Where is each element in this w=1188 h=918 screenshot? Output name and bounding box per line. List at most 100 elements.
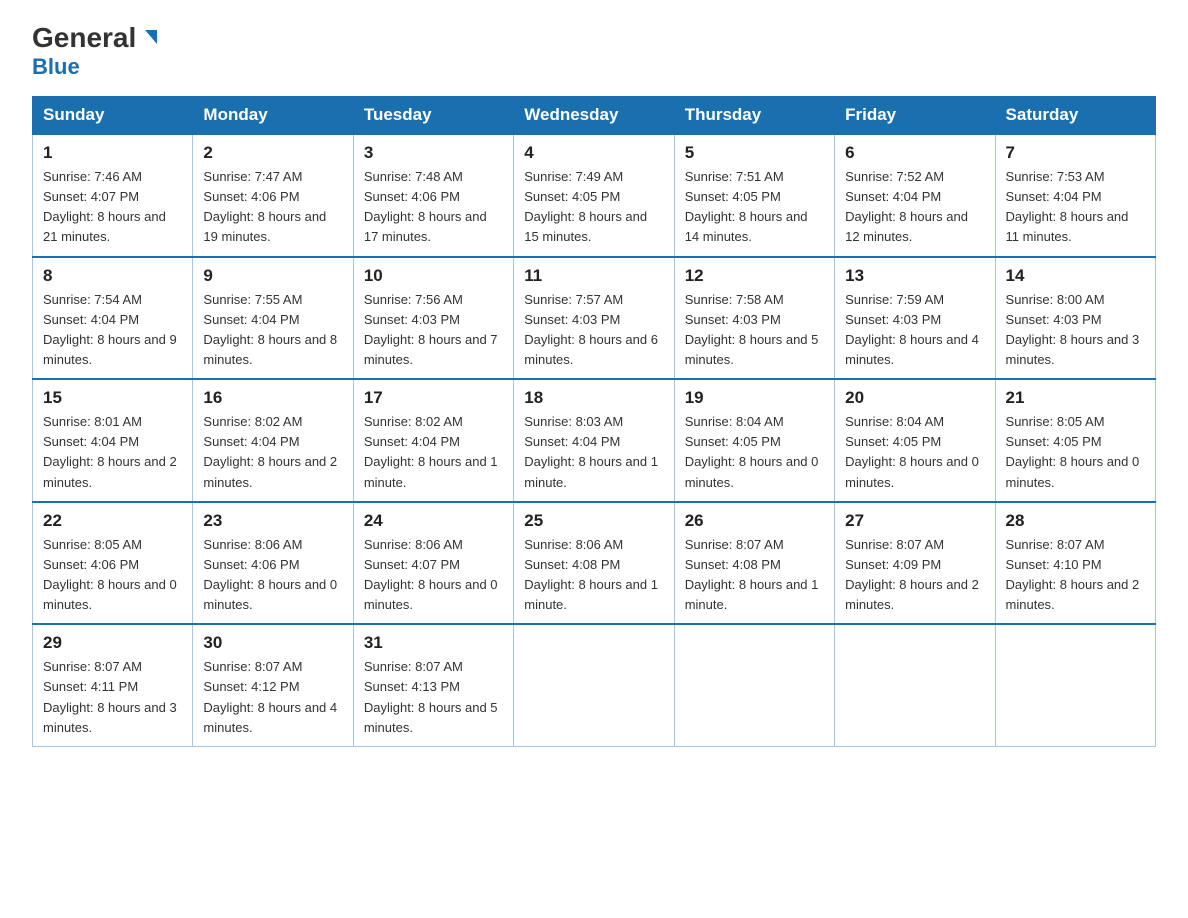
calendar-day-3: 3 Sunrise: 7:48 AMSunset: 4:06 PMDayligh… — [353, 134, 513, 257]
day-number: 26 — [685, 511, 824, 531]
calendar-day-22: 22 Sunrise: 8:05 AMSunset: 4:06 PMDaylig… — [33, 502, 193, 625]
calendar-day-20: 20 Sunrise: 8:04 AMSunset: 4:05 PMDaylig… — [835, 379, 995, 502]
day-number: 14 — [1006, 266, 1145, 286]
day-number: 8 — [43, 266, 182, 286]
day-number: 22 — [43, 511, 182, 531]
day-number: 31 — [364, 633, 503, 653]
day-number: 27 — [845, 511, 984, 531]
day-info: Sunrise: 7:51 AMSunset: 4:05 PMDaylight:… — [685, 167, 824, 248]
day-info: Sunrise: 7:56 AMSunset: 4:03 PMDaylight:… — [364, 290, 503, 371]
day-info: Sunrise: 8:06 AMSunset: 4:06 PMDaylight:… — [203, 535, 342, 616]
day-info: Sunrise: 8:03 AMSunset: 4:04 PMDaylight:… — [524, 412, 663, 493]
day-info: Sunrise: 8:06 AMSunset: 4:08 PMDaylight:… — [524, 535, 663, 616]
day-info: Sunrise: 8:05 AMSunset: 4:06 PMDaylight:… — [43, 535, 182, 616]
empty-cell — [835, 624, 995, 746]
day-info: Sunrise: 8:07 AMSunset: 4:12 PMDaylight:… — [203, 657, 342, 738]
calendar-day-28: 28 Sunrise: 8:07 AMSunset: 4:10 PMDaylig… — [995, 502, 1155, 625]
day-info: Sunrise: 8:01 AMSunset: 4:04 PMDaylight:… — [43, 412, 182, 493]
calendar-day-29: 29 Sunrise: 8:07 AMSunset: 4:11 PMDaylig… — [33, 624, 193, 746]
calendar-day-13: 13 Sunrise: 7:59 AMSunset: 4:03 PMDaylig… — [835, 257, 995, 380]
calendar-day-31: 31 Sunrise: 8:07 AMSunset: 4:13 PMDaylig… — [353, 624, 513, 746]
day-info: Sunrise: 7:57 AMSunset: 4:03 PMDaylight:… — [524, 290, 663, 371]
day-number: 18 — [524, 388, 663, 408]
day-number: 13 — [845, 266, 984, 286]
calendar-day-8: 8 Sunrise: 7:54 AMSunset: 4:04 PMDayligh… — [33, 257, 193, 380]
day-info: Sunrise: 8:07 AMSunset: 4:13 PMDaylight:… — [364, 657, 503, 738]
day-info: Sunrise: 8:06 AMSunset: 4:07 PMDaylight:… — [364, 535, 503, 616]
day-number: 10 — [364, 266, 503, 286]
calendar-day-17: 17 Sunrise: 8:02 AMSunset: 4:04 PMDaylig… — [353, 379, 513, 502]
day-number: 6 — [845, 143, 984, 163]
calendar-day-25: 25 Sunrise: 8:06 AMSunset: 4:08 PMDaylig… — [514, 502, 674, 625]
calendar-week-4: 22 Sunrise: 8:05 AMSunset: 4:06 PMDaylig… — [33, 502, 1156, 625]
day-info: Sunrise: 8:05 AMSunset: 4:05 PMDaylight:… — [1006, 412, 1145, 493]
day-info: Sunrise: 7:53 AMSunset: 4:04 PMDaylight:… — [1006, 167, 1145, 248]
day-info: Sunrise: 8:07 AMSunset: 4:08 PMDaylight:… — [685, 535, 824, 616]
day-number: 20 — [845, 388, 984, 408]
column-header-saturday: Saturday — [995, 97, 1155, 135]
calendar-day-14: 14 Sunrise: 8:00 AMSunset: 4:03 PMDaylig… — [995, 257, 1155, 380]
calendar-day-10: 10 Sunrise: 7:56 AMSunset: 4:03 PMDaylig… — [353, 257, 513, 380]
calendar-day-4: 4 Sunrise: 7:49 AMSunset: 4:05 PMDayligh… — [514, 134, 674, 257]
calendar-day-7: 7 Sunrise: 7:53 AMSunset: 4:04 PMDayligh… — [995, 134, 1155, 257]
column-header-sunday: Sunday — [33, 97, 193, 135]
empty-cell — [674, 624, 834, 746]
day-number: 12 — [685, 266, 824, 286]
calendar-day-2: 2 Sunrise: 7:47 AMSunset: 4:06 PMDayligh… — [193, 134, 353, 257]
calendar-day-21: 21 Sunrise: 8:05 AMSunset: 4:05 PMDaylig… — [995, 379, 1155, 502]
day-number: 15 — [43, 388, 182, 408]
logo-general: General — [32, 24, 136, 52]
calendar-day-19: 19 Sunrise: 8:04 AMSunset: 4:05 PMDaylig… — [674, 379, 834, 502]
logo-blue: Blue — [32, 54, 80, 80]
day-number: 16 — [203, 388, 342, 408]
day-number: 23 — [203, 511, 342, 531]
calendar-day-16: 16 Sunrise: 8:02 AMSunset: 4:04 PMDaylig… — [193, 379, 353, 502]
calendar-week-2: 8 Sunrise: 7:54 AMSunset: 4:04 PMDayligh… — [33, 257, 1156, 380]
calendar-week-3: 15 Sunrise: 8:01 AMSunset: 4:04 PMDaylig… — [33, 379, 1156, 502]
day-info: Sunrise: 8:07 AMSunset: 4:11 PMDaylight:… — [43, 657, 182, 738]
calendar-day-9: 9 Sunrise: 7:55 AMSunset: 4:04 PMDayligh… — [193, 257, 353, 380]
column-header-friday: Friday — [835, 97, 995, 135]
day-number: 7 — [1006, 143, 1145, 163]
day-info: Sunrise: 7:58 AMSunset: 4:03 PMDaylight:… — [685, 290, 824, 371]
day-info: Sunrise: 7:48 AMSunset: 4:06 PMDaylight:… — [364, 167, 503, 248]
calendar-day-26: 26 Sunrise: 8:07 AMSunset: 4:08 PMDaylig… — [674, 502, 834, 625]
day-info: Sunrise: 7:59 AMSunset: 4:03 PMDaylight:… — [845, 290, 984, 371]
day-info: Sunrise: 8:02 AMSunset: 4:04 PMDaylight:… — [364, 412, 503, 493]
day-number: 2 — [203, 143, 342, 163]
day-number: 11 — [524, 266, 663, 286]
day-info: Sunrise: 7:52 AMSunset: 4:04 PMDaylight:… — [845, 167, 984, 248]
day-number: 4 — [524, 143, 663, 163]
calendar-day-23: 23 Sunrise: 8:06 AMSunset: 4:06 PMDaylig… — [193, 502, 353, 625]
calendar-day-12: 12 Sunrise: 7:58 AMSunset: 4:03 PMDaylig… — [674, 257, 834, 380]
day-number: 29 — [43, 633, 182, 653]
day-info: Sunrise: 8:07 AMSunset: 4:10 PMDaylight:… — [1006, 535, 1145, 616]
day-info: Sunrise: 7:49 AMSunset: 4:05 PMDaylight:… — [524, 167, 663, 248]
day-number: 1 — [43, 143, 182, 163]
day-number: 3 — [364, 143, 503, 163]
calendar-day-6: 6 Sunrise: 7:52 AMSunset: 4:04 PMDayligh… — [835, 134, 995, 257]
day-info: Sunrise: 8:04 AMSunset: 4:05 PMDaylight:… — [685, 412, 824, 493]
page-header: General Blue — [32, 24, 1156, 80]
day-info: Sunrise: 7:55 AMSunset: 4:04 PMDaylight:… — [203, 290, 342, 371]
day-info: Sunrise: 7:54 AMSunset: 4:04 PMDaylight:… — [43, 290, 182, 371]
column-header-wednesday: Wednesday — [514, 97, 674, 135]
calendar-day-18: 18 Sunrise: 8:03 AMSunset: 4:04 PMDaylig… — [514, 379, 674, 502]
day-number: 25 — [524, 511, 663, 531]
day-number: 19 — [685, 388, 824, 408]
day-info: Sunrise: 7:47 AMSunset: 4:06 PMDaylight:… — [203, 167, 342, 248]
calendar-day-1: 1 Sunrise: 7:46 AMSunset: 4:07 PMDayligh… — [33, 134, 193, 257]
logo-arrow-icon — [137, 28, 159, 50]
day-info: Sunrise: 8:04 AMSunset: 4:05 PMDaylight:… — [845, 412, 984, 493]
day-number: 24 — [364, 511, 503, 531]
column-header-thursday: Thursday — [674, 97, 834, 135]
column-header-monday: Monday — [193, 97, 353, 135]
calendar-day-30: 30 Sunrise: 8:07 AMSunset: 4:12 PMDaylig… — [193, 624, 353, 746]
day-number: 17 — [364, 388, 503, 408]
day-number: 30 — [203, 633, 342, 653]
logo: General Blue — [32, 24, 159, 80]
calendar-day-11: 11 Sunrise: 7:57 AMSunset: 4:03 PMDaylig… — [514, 257, 674, 380]
calendar-day-24: 24 Sunrise: 8:06 AMSunset: 4:07 PMDaylig… — [353, 502, 513, 625]
empty-cell — [514, 624, 674, 746]
empty-cell — [995, 624, 1155, 746]
